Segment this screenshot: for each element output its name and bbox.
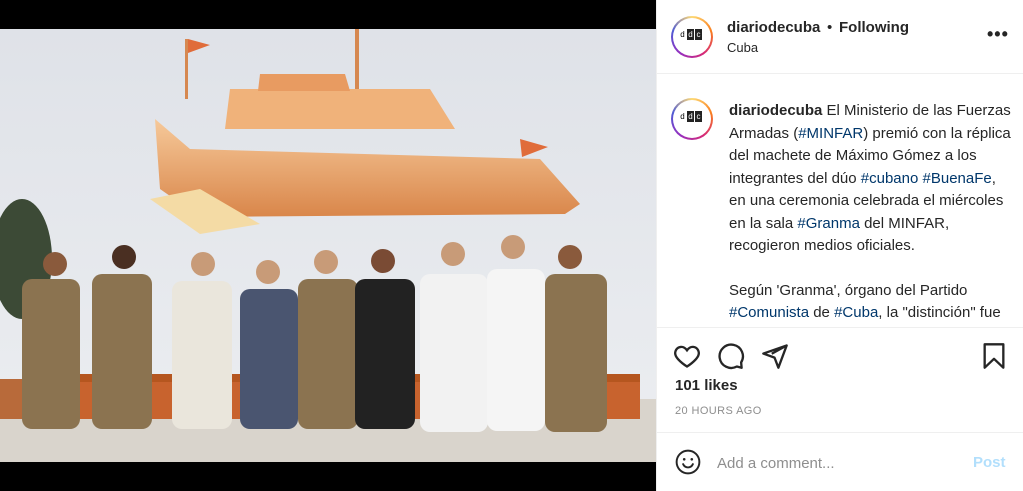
hashtag-granma[interactable]: #Granma [797, 215, 860, 232]
comment-bar: Post [657, 432, 1023, 491]
comment-input[interactable] [717, 451, 957, 475]
more-options-icon[interactable]: ••• [987, 24, 1009, 45]
separator-dot: • [827, 19, 833, 36]
post-header: d d c diariodecuba • Following Cuba ••• [657, 0, 1023, 74]
post-image [0, 29, 656, 462]
hashtag-buenafe[interactable]: #BuenaFe [923, 170, 992, 187]
hashtag-comunista[interactable]: #Comunista [729, 304, 809, 321]
caption-fragment: Según 'Granma', órgano del Partido [729, 281, 968, 299]
caption-text: diariodecuba El Ministerio de las Fuerza… [729, 100, 1014, 327]
post-comment-button[interactable]: Post [973, 454, 1006, 471]
bookmark-icon[interactable] [980, 342, 1008, 370]
post-timestamp[interactable]: 20 HOURS AGO [675, 405, 762, 417]
emoji-icon[interactable] [675, 449, 701, 475]
avatar-letter: d [679, 29, 686, 40]
avatar-letter: d [679, 111, 686, 122]
hashtag-cuba[interactable]: #Cuba [834, 304, 878, 321]
caption-fragment: de [809, 304, 835, 321]
heart-icon[interactable] [673, 342, 701, 370]
avatar-letter: c [695, 111, 702, 122]
caption-username[interactable]: diariodecuba [729, 102, 822, 119]
location-link[interactable]: Cuba [727, 40, 758, 55]
username-link[interactable]: diariodecuba [727, 19, 820, 36]
avatar-letter: c [695, 29, 702, 40]
hashtag-minfar[interactable]: #MINFAR [798, 125, 863, 142]
post-details-panel: d d c diariodecuba • Following Cuba ••• … [656, 0, 1023, 491]
share-icon[interactable] [761, 342, 789, 370]
following-button[interactable]: Following [839, 19, 909, 36]
action-bar [657, 328, 1023, 380]
avatar[interactable]: d d c [671, 16, 713, 58]
avatar-letter: d [687, 29, 694, 40]
likes-count[interactable]: 101 likes [675, 377, 738, 394]
caption-section: d d c diariodecuba El Ministerio de las … [657, 74, 1023, 328]
comment-icon[interactable] [717, 342, 745, 370]
hashtag-cubano[interactable]: #cubano [861, 170, 919, 187]
avatar-letter: d [687, 111, 694, 122]
post-photo[interactable] [0, 0, 656, 491]
caption-avatar[interactable]: d d c [671, 98, 713, 140]
